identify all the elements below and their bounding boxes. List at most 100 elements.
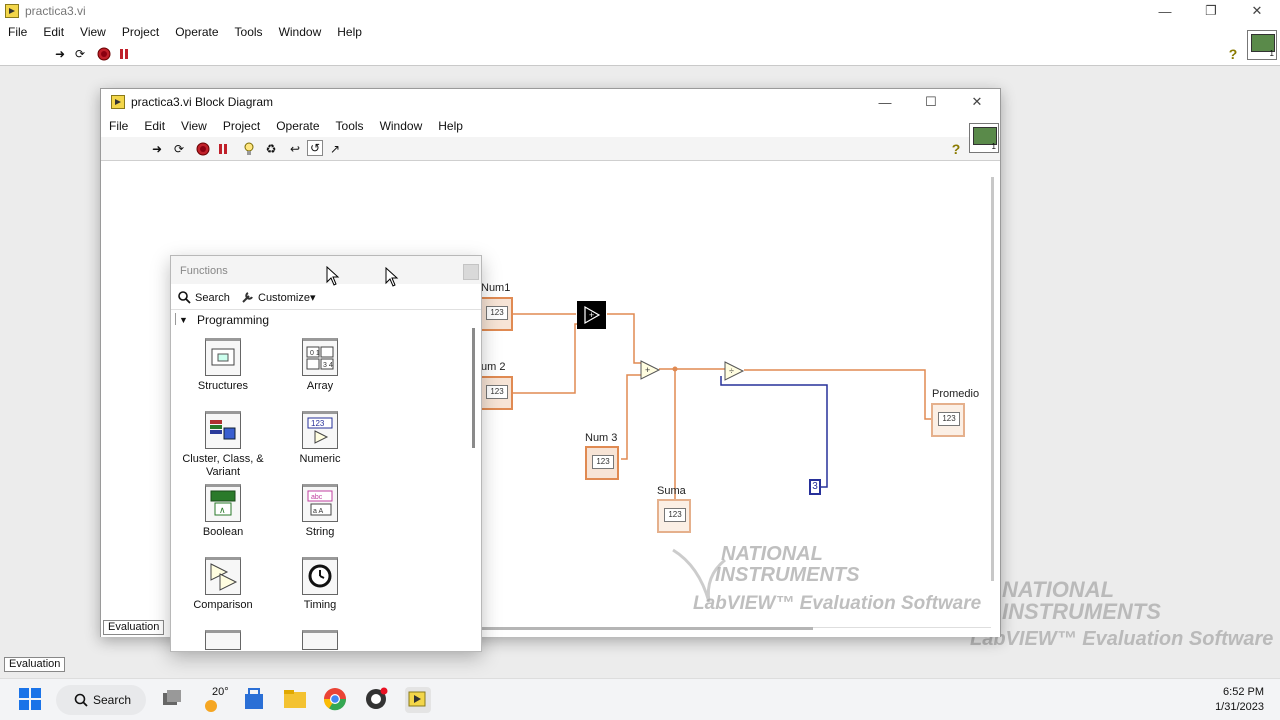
palette-customize-button[interactable]: Customize▾ bbox=[241, 291, 315, 304]
bd-maximize-button[interactable]: ☐ bbox=[908, 91, 954, 113]
palette-item-label: Structures bbox=[197, 380, 249, 392]
abort-icon[interactable] bbox=[195, 141, 211, 157]
front-panel-titlebar: practica3.vi — ❐ ✕ bbox=[0, 0, 1280, 22]
task-view-icon[interactable] bbox=[160, 687, 186, 713]
palette-item-partial-1[interactable] bbox=[173, 630, 273, 650]
bd-minimize-button[interactable]: — bbox=[862, 91, 908, 113]
svg-text:a A: a A bbox=[313, 508, 323, 515]
menu-view[interactable]: View bbox=[72, 25, 114, 39]
numeric-constant[interactable]: 3 bbox=[809, 479, 821, 495]
store-icon[interactable] bbox=[242, 687, 268, 713]
recorder-icon[interactable] bbox=[364, 687, 390, 713]
menu-edit[interactable]: Edit bbox=[35, 25, 72, 39]
expand-triangle-icon[interactable]: ▼ bbox=[179, 315, 188, 325]
palette-item-string[interactable]: abc a A String bbox=[270, 484, 370, 539]
add-node-1[interactable]: + bbox=[577, 301, 606, 329]
evaluation-tag: Evaluation bbox=[4, 657, 66, 672]
suma-indicator[interactable]: 123 bbox=[657, 499, 691, 533]
step-out-icon[interactable]: ↗ bbox=[327, 141, 343, 157]
palette-item-timing[interactable]: Timing bbox=[270, 557, 370, 612]
palette-item-label: Timing bbox=[303, 599, 337, 611]
run-continuously-icon[interactable]: ⟳ bbox=[171, 141, 187, 157]
pause-icon[interactable] bbox=[215, 141, 231, 157]
bd-menu-help[interactable]: Help bbox=[430, 119, 471, 133]
restore-button[interactable]: ❐ bbox=[1188, 0, 1234, 22]
bd-menu-edit[interactable]: Edit bbox=[136, 119, 173, 133]
functions-palette-toolbar: Search Customize▾ bbox=[171, 284, 481, 310]
palette-item-comparison[interactable]: Comparison bbox=[173, 557, 273, 612]
pin-icon[interactable] bbox=[463, 264, 479, 280]
pause-icon[interactable] bbox=[116, 46, 132, 62]
taskbar-clock[interactable]: 6:52 PM 1/31/2023 bbox=[1215, 685, 1264, 715]
context-help-icon[interactable]: ? bbox=[949, 141, 963, 157]
minimize-button[interactable]: — bbox=[1142, 0, 1188, 22]
menu-project[interactable]: Project bbox=[114, 25, 167, 39]
promedio-indicator[interactable]: 123 bbox=[931, 403, 965, 437]
front-panel-toolbar: ➜ ⟳ ? bbox=[0, 42, 1280, 66]
palette-item-partial-2[interactable] bbox=[270, 630, 370, 650]
bd-vertical-scrollbar[interactable] bbox=[991, 177, 994, 581]
category-label: Programming bbox=[197, 313, 270, 327]
highlight-execution-icon[interactable] bbox=[241, 141, 257, 157]
palette-item-numeric[interactable]: 123 Numeric bbox=[270, 411, 370, 466]
palette-item-structures[interactable]: Structures bbox=[173, 338, 273, 393]
num1-terminal[interactable]: 123 bbox=[479, 297, 513, 331]
divide-node[interactable]: ÷ bbox=[723, 360, 745, 382]
palette-scrollbar[interactable] bbox=[472, 328, 475, 448]
array-icon: 0 13 4 bbox=[302, 338, 338, 376]
terminal-value: 123 bbox=[486, 385, 508, 399]
mouse-cursor-icon bbox=[326, 266, 340, 286]
wire-num2-to-add bbox=[507, 323, 577, 394]
menu-file[interactable]: File bbox=[0, 25, 35, 39]
run-arrow-icon[interactable]: ➜ bbox=[149, 141, 165, 157]
comparison-icon bbox=[205, 557, 241, 595]
palette-item-cluster[interactable]: Cluster, Class, & Variant bbox=[173, 411, 273, 479]
add-node-2[interactable]: + bbox=[639, 359, 661, 381]
customize-label: Customize▾ bbox=[258, 292, 316, 304]
connector-pane-icon[interactable] bbox=[1247, 30, 1277, 60]
bd-menu-project[interactable]: Project bbox=[215, 119, 268, 133]
suma-label: Suma bbox=[657, 485, 686, 497]
bd-horizontal-scrollbar[interactable] bbox=[481, 627, 813, 630]
bd-close-button[interactable]: ✕ bbox=[954, 91, 1000, 113]
taskbar-search-box[interactable]: Search bbox=[56, 685, 146, 715]
weather-widget[interactable]: 20° bbox=[200, 686, 230, 713]
run-arrow-icon[interactable]: ➜ bbox=[52, 46, 68, 62]
palette-item-boolean[interactable]: ∧ Boolean bbox=[173, 484, 273, 539]
clock-time: 6:52 PM bbox=[1223, 686, 1264, 698]
terminal-value: 123 bbox=[486, 306, 508, 320]
palette-item-array[interactable]: 0 13 4 Array bbox=[270, 338, 370, 393]
bd-watermark-line1: NATIONAL bbox=[721, 543, 823, 565]
block-diagram-titlebar: practica3.vi Block Diagram — ☐ ✕ bbox=[101, 89, 1000, 115]
svg-text:+: + bbox=[589, 310, 594, 320]
labview-taskbar-icon[interactable] bbox=[405, 687, 431, 713]
retain-wire-values-icon[interactable]: ♻ bbox=[263, 141, 279, 157]
windows-start-icon[interactable] bbox=[18, 687, 44, 713]
menu-operate[interactable]: Operate bbox=[167, 25, 226, 39]
bd-menu-file[interactable]: File bbox=[101, 119, 136, 133]
num2-terminal[interactable]: 123 bbox=[479, 376, 513, 410]
abort-icon[interactable] bbox=[96, 46, 112, 62]
run-continuously-icon[interactable]: ⟳ bbox=[72, 46, 88, 62]
step-into-icon[interactable]: ↩ bbox=[287, 141, 303, 157]
step-over-icon[interactable]: ↺ bbox=[307, 140, 323, 156]
file-explorer-icon[interactable] bbox=[282, 687, 308, 713]
bd-menu-operate[interactable]: Operate bbox=[268, 119, 327, 133]
bd-connector-pane-icon[interactable] bbox=[969, 123, 999, 153]
palette-item-label: Array bbox=[306, 380, 334, 392]
svg-text:3 4: 3 4 bbox=[323, 362, 333, 369]
palette-search-button[interactable]: Search bbox=[178, 291, 230, 304]
context-help-icon[interactable]: ? bbox=[1226, 46, 1240, 62]
functions-palette: Functions Search Customize▾ ▼ Programmin… bbox=[170, 255, 482, 652]
menu-window[interactable]: Window bbox=[271, 25, 330, 39]
bd-menu-tools[interactable]: Tools bbox=[328, 119, 372, 133]
chrome-icon[interactable] bbox=[323, 687, 349, 713]
bd-menu-view[interactable]: View bbox=[173, 119, 215, 133]
close-button[interactable]: ✕ bbox=[1234, 0, 1280, 22]
bd-menu-window[interactable]: Window bbox=[372, 119, 431, 133]
palette-category-programming[interactable]: ▼ Programming bbox=[171, 311, 471, 331]
menu-tools[interactable]: Tools bbox=[227, 25, 271, 39]
num3-terminal[interactable]: 123 bbox=[585, 446, 619, 480]
watermark-line2: INSTRUMENTS bbox=[1002, 599, 1161, 624]
menu-help[interactable]: Help bbox=[329, 25, 370, 39]
